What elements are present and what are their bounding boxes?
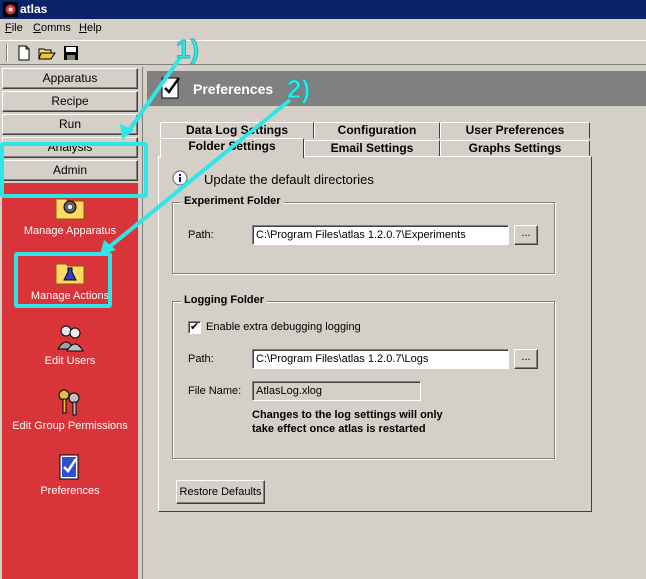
users-icon — [57, 325, 84, 352]
restore-defaults-button[interactable]: Restore Defaults — [176, 480, 265, 504]
info-icon — [172, 170, 188, 186]
keys-icon — [58, 389, 80, 416]
tab-email-settings[interactable]: Email Settings — [304, 140, 440, 157]
experiment-browse-button[interactable]: ... — [514, 225, 538, 245]
menu-comms[interactable]: Comms — [33, 22, 71, 34]
restart-note-line2: take effect once atlas is restarted — [252, 423, 426, 435]
menu-file[interactable]: File — [5, 22, 23, 34]
debug-logging-checkbox[interactable]: ✔ — [188, 321, 201, 334]
file-name-field: AtlasLog.xlog — [252, 381, 421, 401]
tab-graphs-settings[interactable]: Graphs Settings — [440, 140, 590, 157]
folder-settings-panel: Update the default directories Experimen… — [158, 156, 592, 512]
toolbar — [0, 40, 646, 65]
tab-folder-settings[interactable]: Folder Settings — [160, 138, 304, 158]
manage-actions-highlight-box — [14, 252, 112, 308]
tab-data-log-settings[interactable]: Data Log Settings — [160, 122, 314, 139]
nav-recipe-button[interactable]: Recipe — [2, 91, 138, 112]
new-document-icon[interactable] — [14, 44, 34, 62]
preferences-action[interactable]: Preferences — [2, 451, 138, 497]
experiment-path-label: Path: — [188, 229, 214, 241]
nav-apparatus-button[interactable]: Apparatus — [2, 68, 138, 89]
menu-help[interactable]: Help — [79, 22, 102, 34]
logging-folder-group: Logging Folder ✔ Enable extra debugging … — [172, 294, 555, 459]
preferences-label: Preferences — [40, 485, 100, 497]
logging-path-input[interactable]: C:\Program Files\atlas 1.2.0.7\Logs — [252, 349, 509, 369]
tab-user-preferences[interactable]: User Preferences — [440, 122, 590, 139]
tab-configuration[interactable]: Configuration — [314, 122, 440, 139]
toolbar-separator — [6, 44, 8, 62]
logging-folder-title: Logging Folder — [181, 294, 268, 306]
info-text: Update the default directories — [204, 172, 374, 187]
page-title: Preferences — [193, 81, 274, 97]
manage-apparatus-label: Manage Apparatus — [23, 225, 117, 237]
debug-logging-label: Enable extra debugging logging — [206, 321, 361, 333]
restart-note: Changes to the log settings will only ta… — [252, 408, 443, 436]
edit-group-permissions-label: Edit Group Permissions — [12, 420, 128, 432]
checklist-icon — [161, 77, 181, 99]
admin-actions-panel: Manage Apparatus Manage Actions Edit Use… — [2, 183, 138, 579]
menu-bar: File Comms Help — [0, 19, 646, 38]
logging-browse-button[interactable]: ... — [514, 349, 538, 369]
window-title: atlas — [20, 2, 48, 16]
edit-group-permissions-action[interactable]: Edit Group Permissions — [2, 386, 138, 432]
nav-run-button[interactable]: Run — [2, 114, 138, 135]
annotation-step1: 1) — [176, 34, 200, 65]
admin-highlight-box — [0, 142, 148, 198]
annotation-step2: 2) — [287, 74, 311, 105]
experiment-folder-title: Experiment Folder — [181, 195, 284, 207]
title-bar: atlas — [0, 0, 646, 19]
atlas-app-icon — [3, 2, 18, 17]
logging-path-label: Path: — [188, 353, 214, 365]
save-disk-icon[interactable] — [61, 44, 81, 62]
edit-users-action[interactable]: Edit Users — [2, 321, 138, 367]
open-folder-icon[interactable] — [37, 44, 57, 62]
restart-note-line1: Changes to the log settings will only — [252, 409, 443, 421]
experiment-folder-group: Experiment Folder Path: C:\Program Files… — [172, 195, 555, 274]
experiment-path-input[interactable]: C:\Program Files\atlas 1.2.0.7\Experimen… — [252, 225, 509, 245]
file-name-label: File Name: — [188, 385, 242, 397]
edit-users-label: Edit Users — [44, 355, 96, 367]
checklist-icon — [59, 454, 79, 480]
page-header: Preferences — [147, 71, 646, 106]
